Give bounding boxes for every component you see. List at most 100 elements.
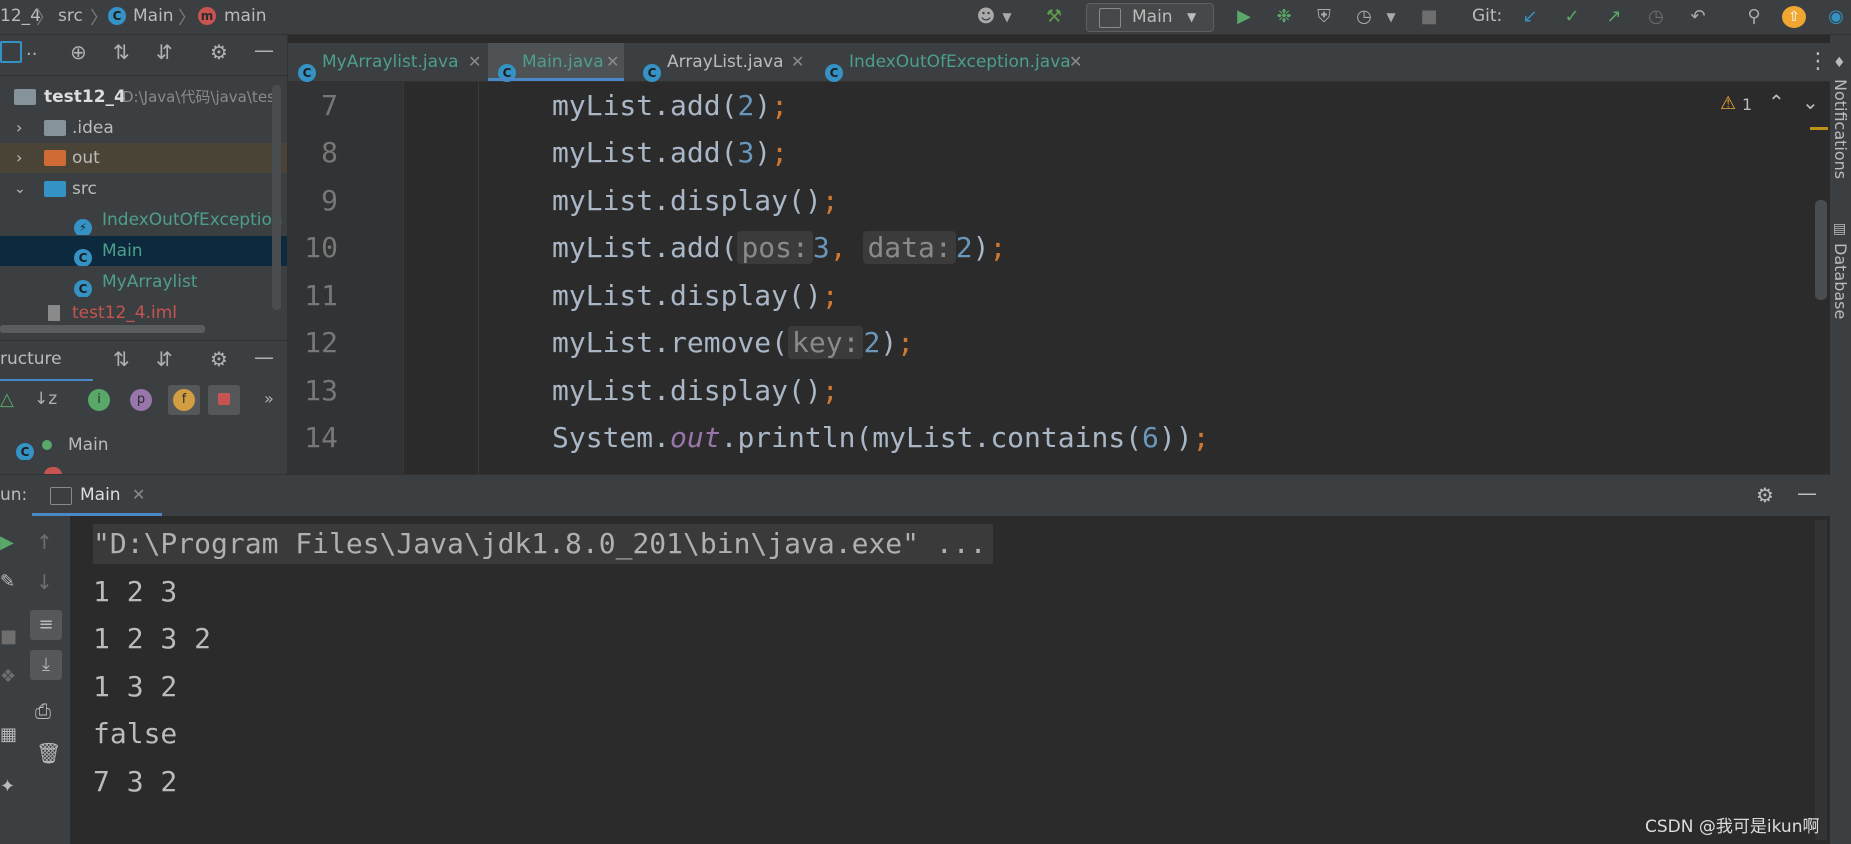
tree-item-iml[interactable]: test12_4.iml bbox=[0, 298, 287, 328]
revert-icon[interactable]: ↶ bbox=[1684, 5, 1712, 29]
modify-config-icon[interactable]: ✎ bbox=[0, 571, 15, 592]
tab-arraylist[interactable]: C ArrayList.java ✕ bbox=[643, 43, 804, 82]
navigation-bar: 12_4 〉 src 〉 C Main 〉 m main ☻ ▼ ⚒ Main … bbox=[0, 0, 1851, 35]
more-icon[interactable]: .. bbox=[26, 39, 37, 60]
minimize-icon[interactable]: — bbox=[1797, 481, 1817, 505]
code-line[interactable]: myList.display(); bbox=[552, 279, 839, 312]
user-icon[interactable]: ☻ bbox=[972, 5, 1000, 29]
line-number: 13 bbox=[304, 374, 338, 407]
close-icon[interactable]: ✕ bbox=[132, 485, 145, 504]
show-properties-icon[interactable]: p bbox=[130, 389, 152, 411]
soft-wrap-icon[interactable]: ≡ bbox=[30, 610, 62, 640]
warning-count[interactable]: 1 bbox=[1742, 95, 1752, 114]
structure-item-main[interactable]: C Main bbox=[0, 430, 287, 460]
close-icon[interactable]: ✕ bbox=[791, 43, 804, 81]
code-line[interactable]: System.out.println(myList.contains(6)); bbox=[552, 421, 1209, 454]
pin-tab-icon[interactable]: ✦ bbox=[0, 776, 15, 797]
rerun-icon[interactable]: ▶ bbox=[0, 532, 14, 553]
chevron-down-icon[interactable]: ⌄ bbox=[1802, 90, 1819, 114]
code-line[interactable]: myList.add(pos: 3, data: 2); bbox=[552, 231, 1006, 264]
git-update-icon[interactable]: ↙ bbox=[1516, 5, 1544, 29]
tree-item-indexoutofexception[interactable]: ⚡ IndexOutOfException bbox=[0, 205, 287, 235]
inherited-icon[interactable]: △ bbox=[0, 389, 14, 410]
locate-icon[interactable]: ⊕ bbox=[70, 40, 87, 64]
sort-alpha-icon[interactable]: ↓z bbox=[34, 389, 57, 409]
breadcrumb-src[interactable]: src bbox=[58, 6, 83, 26]
tab-indexoutofexception[interactable]: C IndexOutOfException.java ✕ bbox=[825, 43, 1085, 82]
vertical-scrollbar[interactable] bbox=[272, 85, 281, 310]
scroll-up-icon[interactable]: ↑ bbox=[36, 530, 53, 554]
plugin-icon[interactable]: ◉ bbox=[1824, 5, 1848, 29]
database-icon[interactable]: ▤ bbox=[1833, 221, 1846, 237]
expand-all-icon[interactable]: ⇅ bbox=[113, 347, 130, 371]
trash-icon[interactable]: 🗑 bbox=[36, 741, 61, 765]
more-vertical-icon[interactable]: ⋮ bbox=[1807, 49, 1829, 74]
tree-root[interactable]: test12_4 D:\Java\代码\java\tes bbox=[0, 82, 287, 112]
module-folder-icon bbox=[14, 89, 36, 105]
show-fields-toggle[interactable]: f bbox=[168, 385, 200, 415]
search-icon[interactable]: ⚲ bbox=[1740, 5, 1768, 29]
more-chevron-icon[interactable]: » bbox=[264, 389, 274, 408]
scroll-to-end-icon[interactable]: ⤓ bbox=[30, 650, 62, 680]
code-line[interactable]: myList.display(); bbox=[552, 184, 839, 217]
update-icon[interactable]: ⇧ bbox=[1782, 6, 1806, 28]
warning-stripe[interactable] bbox=[1810, 127, 1828, 130]
collapse-all-icon[interactable]: ⇵ bbox=[156, 347, 173, 371]
minimize-icon[interactable]: — bbox=[254, 38, 274, 62]
coverage-icon[interactable]: ⛨ bbox=[1310, 5, 1338, 29]
code-line[interactable]: myList.display(); bbox=[552, 374, 839, 407]
console-output[interactable] bbox=[70, 516, 1830, 844]
settings-gear-icon[interactable]: ⚙ bbox=[210, 40, 228, 64]
profile-icon[interactable]: ◷ bbox=[1350, 5, 1378, 29]
chevron-down-icon[interactable]: ▼ bbox=[1000, 5, 1014, 29]
history-icon[interactable]: ◷ bbox=[1642, 5, 1670, 29]
expand-all-icon[interactable]: ⇅ bbox=[113, 40, 130, 64]
chevron-up-icon[interactable]: ⌃ bbox=[1768, 90, 1785, 114]
tree-item-main[interactable]: C Main bbox=[0, 236, 287, 266]
show-non-public-toggle[interactable] bbox=[208, 385, 240, 415]
code-line[interactable]: myList.remove(key: 2); bbox=[552, 326, 914, 359]
database-tool[interactable]: Database bbox=[1831, 243, 1850, 319]
breadcrumb-method[interactable]: main bbox=[224, 6, 266, 26]
breadcrumb-project[interactable]: 12_4 bbox=[0, 6, 41, 26]
scroll-down-icon[interactable]: ↓ bbox=[36, 570, 53, 594]
editor-scrollbar[interactable] bbox=[1815, 200, 1827, 300]
console-scrollbar-track[interactable] bbox=[1815, 520, 1827, 840]
git-commit-icon[interactable]: ✓ bbox=[1558, 5, 1586, 29]
build-hammer-icon[interactable]: ⚒ bbox=[1040, 5, 1068, 29]
run-icon[interactable]: ▶ bbox=[1230, 5, 1258, 29]
show-inherited-icon[interactable]: i bbox=[88, 389, 110, 411]
minimize-icon[interactable]: — bbox=[254, 345, 274, 369]
tab-main[interactable]: C Main.java ✕ bbox=[488, 43, 624, 82]
horizontal-scrollbar[interactable] bbox=[0, 325, 205, 333]
tab-myarraylist[interactable]: C MyArraylist.java ✕ bbox=[298, 43, 481, 82]
close-icon[interactable]: ✕ bbox=[606, 43, 619, 81]
tree-item-idea[interactable]: › .idea bbox=[0, 113, 287, 143]
code-editor[interactable] bbox=[288, 82, 1830, 474]
tree-item-myarraylist[interactable]: C MyArraylist bbox=[0, 267, 287, 297]
debug-icon[interactable]: ❉ bbox=[1270, 5, 1298, 29]
pin-icon[interactable]: ❖ bbox=[0, 666, 16, 687]
code-line[interactable]: myList.add(2); bbox=[552, 89, 788, 122]
stop-icon[interactable]: ■ bbox=[0, 626, 17, 647]
git-push-icon[interactable]: ↗ bbox=[1600, 5, 1628, 29]
tree-item-out[interactable]: › out bbox=[0, 143, 287, 173]
print-icon[interactable]: ⎙ bbox=[35, 699, 51, 723]
bell-icon[interactable]: ♦ bbox=[1833, 55, 1846, 71]
tree-item-src[interactable]: ⌄ src bbox=[0, 174, 287, 204]
collapse-all-icon[interactable]: ⇵ bbox=[156, 40, 173, 64]
close-icon[interactable]: ✕ bbox=[468, 43, 481, 81]
code-line[interactable]: myList.add(3); bbox=[552, 136, 788, 169]
layout-icon[interactable]: ▦ bbox=[0, 724, 17, 745]
warning-icon[interactable]: ⚠ bbox=[1720, 93, 1736, 114]
breadcrumb-class[interactable]: Main bbox=[133, 6, 174, 26]
settings-gear-icon[interactable]: ⚙ bbox=[210, 347, 228, 371]
stop-icon[interactable]: ■ bbox=[1415, 5, 1443, 29]
close-icon[interactable]: ✕ bbox=[1069, 43, 1082, 81]
settings-gear-icon[interactable]: ⚙ bbox=[1756, 483, 1774, 507]
run-tab-label[interactable]: Main bbox=[80, 485, 121, 505]
run-configuration-select[interactable]: Main ▼ bbox=[1086, 3, 1214, 32]
chevron-down-icon[interactable]: ▼ bbox=[1384, 5, 1398, 29]
notifications-tool[interactable]: Notifications bbox=[1831, 79, 1850, 179]
project-view-icon[interactable] bbox=[0, 41, 22, 63]
